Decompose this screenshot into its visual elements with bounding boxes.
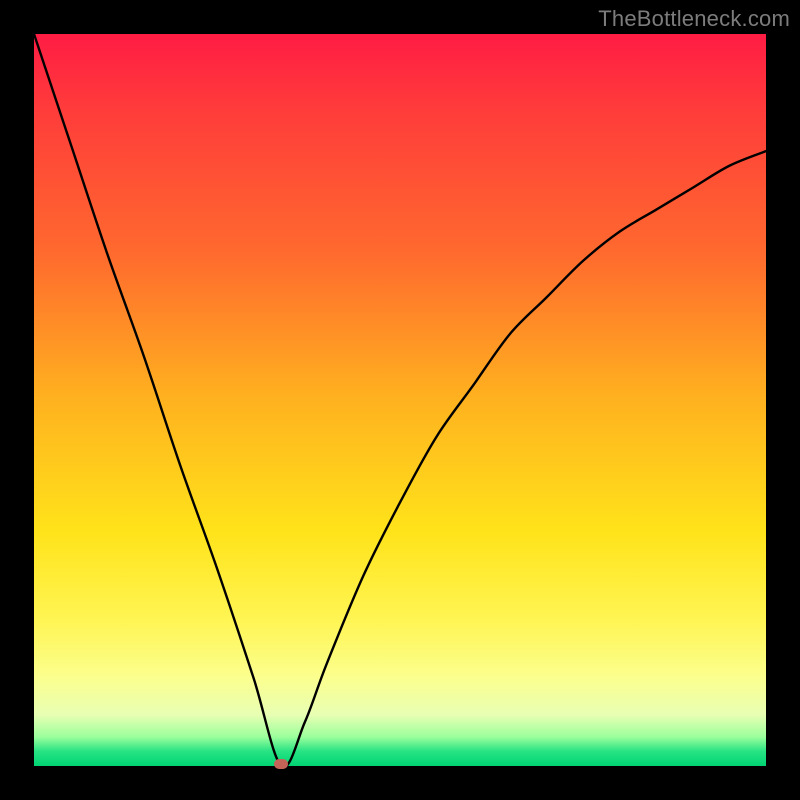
chart-frame: TheBottleneck.com (0, 0, 800, 800)
minimum-marker (274, 759, 288, 769)
watermark-text: TheBottleneck.com (598, 6, 790, 32)
bottleneck-curve (34, 34, 766, 766)
plot-area (34, 34, 766, 766)
